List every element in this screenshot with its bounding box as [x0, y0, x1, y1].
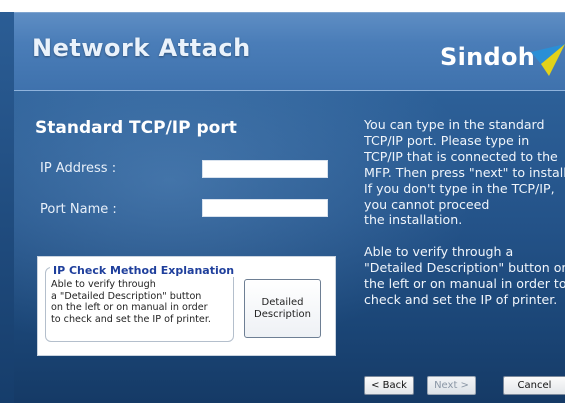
detailed-description-button[interactable]: Detailed Description — [244, 279, 321, 338]
title-bar-strip — [0, 0, 565, 12]
ip-check-title: IP Check Method Explanation — [50, 264, 238, 277]
ip-check-line: to check and set the IP of printer. — [51, 313, 211, 325]
help-line: If you don't type in the TCP/IP, — [364, 180, 555, 196]
ip-check-line: on the left or on manual in order — [51, 302, 208, 313]
ip-check-line: a "Detailed Description" button — [51, 290, 202, 302]
app-title: Network Attach — [32, 34, 251, 62]
help-line: TCP/IP port. Please type in — [364, 132, 530, 148]
help-line: the left or on manual in order to — [364, 276, 565, 292]
next-button[interactable]: Next > — [427, 376, 476, 395]
ip-check-panel: IP Check Method Explanation Able to veri… — [37, 256, 336, 356]
help-line: the installation. — [364, 212, 463, 228]
help-line: "Detailed Description" button on — [364, 260, 565, 276]
back-button[interactable]: < Back — [364, 376, 414, 395]
ip-check-line: Able to verify through — [51, 279, 156, 290]
port-name-label: Port Name : — [40, 202, 117, 217]
detailed-description-line2: Description — [254, 308, 311, 320]
sindoh-logo-icon — [531, 44, 565, 76]
help-line: MFP. Then press "next" to install — [364, 164, 565, 180]
help-line: Able to verify through a — [364, 244, 514, 260]
port-name-input[interactable] — [202, 199, 328, 217]
ip-address-input[interactable] — [202, 160, 328, 178]
brand-name: Sindoh — [440, 43, 536, 71]
ip-address-label: IP Address : — [40, 161, 117, 176]
help-text: You can type in the standard TCP/IP port… — [364, 117, 565, 308]
ip-check-text: Able to verify through a "Detailed Descr… — [51, 279, 236, 325]
installer-window: Network Attach Sindoh Standard TCP/IP po… — [0, 0, 565, 403]
section-title: Standard TCP/IP port — [35, 118, 237, 138]
cancel-button[interactable]: Cancel — [503, 376, 565, 395]
help-line: you cannot proceed — [364, 196, 490, 212]
help-line: TCP/IP that is connected to the — [364, 148, 558, 164]
header-banner: Network Attach Sindoh — [14, 12, 565, 91]
help-line: check and set the IP of printer. — [364, 292, 558, 308]
detailed-description-line1: Detailed — [261, 296, 304, 308]
help-paragraph-gap — [364, 228, 565, 244]
help-line: You can type in the standard — [364, 117, 545, 132]
left-edge — [0, 12, 14, 403]
